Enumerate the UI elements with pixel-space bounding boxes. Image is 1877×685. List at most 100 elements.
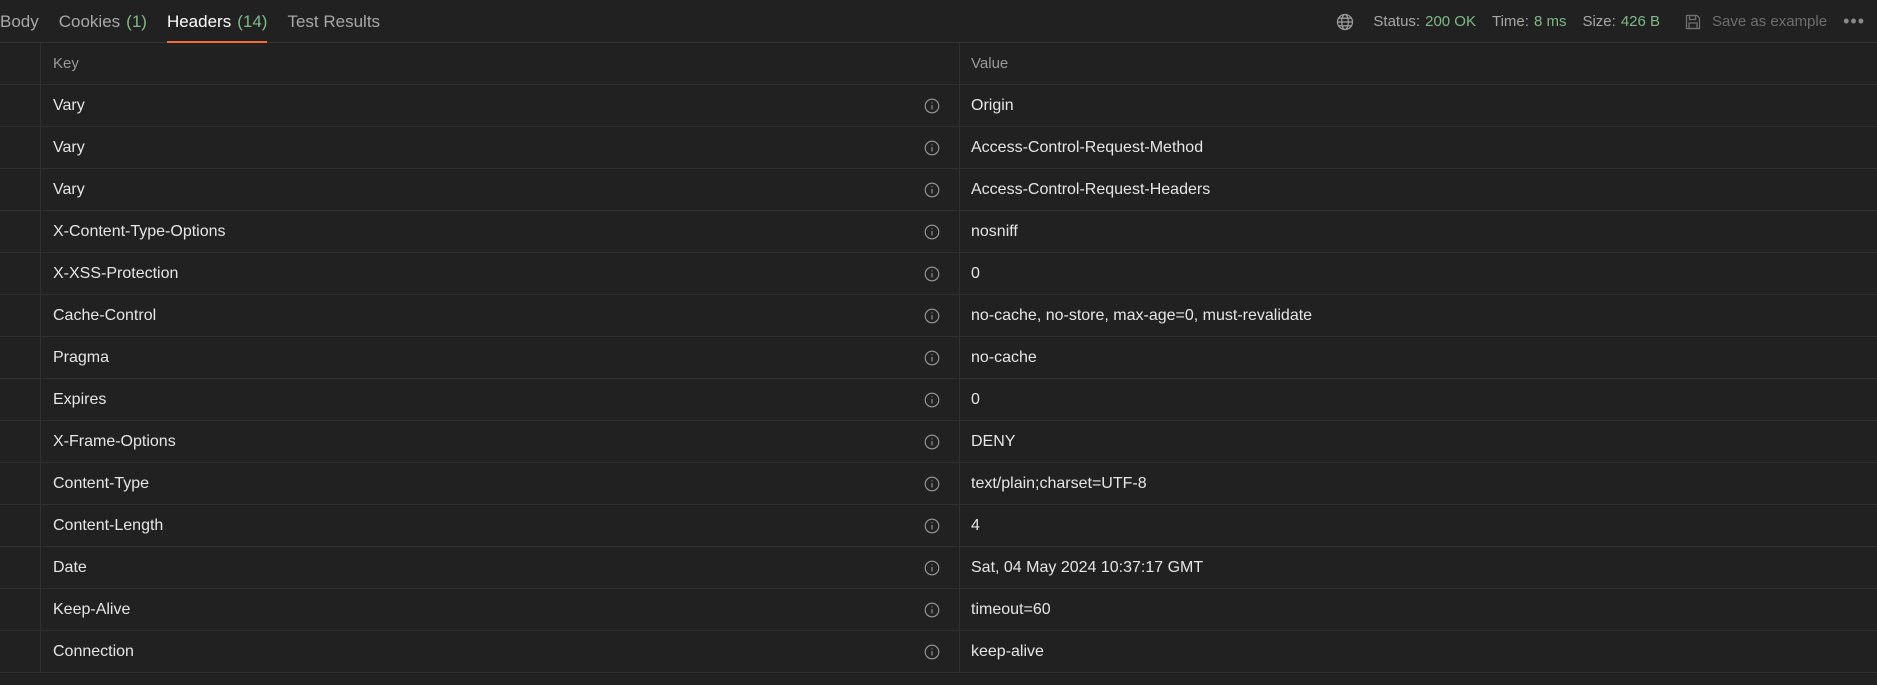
headers-table: Key Value Vary Origin Vary Access-Control-R… xyxy=(0,43,1877,673)
header-value[interactable]: no-cache xyxy=(971,337,1037,378)
header-key[interactable]: Vary xyxy=(53,85,85,126)
save-as-example-button[interactable]: Save as example xyxy=(1684,13,1827,31)
info-icon[interactable] xyxy=(924,602,940,618)
header-value[interactable]: Origin xyxy=(971,85,1014,126)
header-key[interactable]: X-Frame-Options xyxy=(53,421,176,462)
header-value[interactable]: timeout=60 xyxy=(971,589,1051,630)
more-options-icon[interactable]: ••• xyxy=(1843,11,1865,32)
header-value[interactable]: keep-alive xyxy=(971,631,1044,672)
header-value[interactable]: 4 xyxy=(971,505,980,546)
column-divider xyxy=(959,211,960,252)
tab-test-results-label: Test Results xyxy=(287,11,381,31)
column-divider xyxy=(959,43,960,84)
row-gutter xyxy=(0,379,41,420)
time-indicator[interactable]: Time: 8 ms xyxy=(1492,13,1566,30)
column-divider xyxy=(959,463,960,504)
table-row: Content-Length 4 xyxy=(0,505,1877,547)
header-key[interactable]: Vary xyxy=(53,169,85,210)
row-gutter xyxy=(0,85,41,126)
size-indicator[interactable]: Size: 426 B xyxy=(1582,13,1660,30)
table-row: Expires 0 xyxy=(0,379,1877,421)
tab-body-label: Body xyxy=(0,11,39,31)
info-icon[interactable] xyxy=(924,434,940,450)
header-key[interactable]: Cache-Control xyxy=(53,295,156,336)
header-key[interactable]: Content-Type xyxy=(53,463,149,504)
info-icon[interactable] xyxy=(924,224,940,240)
column-divider xyxy=(959,589,960,630)
table-row: Date Sat, 04 May 2024 10:37:17 GMT xyxy=(0,547,1877,589)
status-indicator[interactable]: Status: 200 OK xyxy=(1373,13,1476,30)
table-header-row: Key Value xyxy=(0,43,1877,85)
header-value[interactable]: Access-Control-Request-Method xyxy=(971,127,1203,168)
table-row: Content-Type text/plain;charset=UTF-8 xyxy=(0,463,1877,505)
info-icon[interactable] xyxy=(924,476,940,492)
header-value[interactable]: 0 xyxy=(971,253,980,294)
header-key[interactable]: X-XSS-Protection xyxy=(53,253,178,294)
header-value[interactable]: Sat, 04 May 2024 10:37:17 GMT xyxy=(971,547,1203,588)
header-key[interactable]: Expires xyxy=(53,379,106,420)
column-divider xyxy=(959,295,960,336)
info-icon[interactable] xyxy=(924,560,940,576)
header-value[interactable]: DENY xyxy=(971,421,1015,462)
header-key[interactable]: Content-Length xyxy=(53,505,163,546)
info-icon[interactable] xyxy=(924,182,940,198)
row-gutter xyxy=(0,211,41,252)
table-row: Vary Access-Control-Request-Headers xyxy=(0,169,1877,211)
save-as-example-label: Save as example xyxy=(1712,13,1828,30)
size-value: 426 B xyxy=(1620,13,1661,30)
info-icon[interactable] xyxy=(924,392,940,408)
row-gutter xyxy=(0,337,41,378)
table-row: Pragma no-cache xyxy=(0,337,1877,379)
column-divider xyxy=(959,169,960,210)
tab-cookies-count: (1) xyxy=(126,11,147,31)
header-value[interactable]: text/plain;charset=UTF-8 xyxy=(971,463,1147,504)
value-column-header: Value xyxy=(971,55,1009,72)
globe-icon[interactable] xyxy=(1335,12,1355,32)
row-gutter xyxy=(0,547,41,588)
table-row: Cache-Control no-cache, no-store, max-age… xyxy=(0,295,1877,337)
info-icon[interactable] xyxy=(924,644,940,660)
row-gutter xyxy=(0,253,41,294)
tab-headers-count: (14) xyxy=(237,11,268,31)
size-label: Size: xyxy=(1582,13,1616,30)
table-row: Vary Access-Control-Request-Method xyxy=(0,127,1877,169)
info-icon[interactable] xyxy=(924,98,940,114)
tab-test-results[interactable]: Test Results xyxy=(277,0,390,43)
tab-headers-label: Headers xyxy=(166,11,232,31)
header-key[interactable]: Connection xyxy=(53,631,134,672)
column-divider xyxy=(959,379,960,420)
info-icon[interactable] xyxy=(924,308,940,324)
info-icon[interactable] xyxy=(924,518,940,534)
table-row: X-Content-Type-Options nosniff xyxy=(0,211,1877,253)
response-status-area: Status: 200 OK Time: 8 ms Size: 426 B Save … xyxy=(1335,0,1877,43)
row-gutter xyxy=(0,127,41,168)
table-row: Keep-Alive timeout=60 xyxy=(0,589,1877,631)
table-row: X-Frame-Options DENY xyxy=(0,421,1877,463)
header-key[interactable]: Vary xyxy=(53,127,85,168)
header-value[interactable]: no-cache, no-store, max-age=0, must-reva… xyxy=(971,295,1312,336)
status-label: Status: xyxy=(1373,13,1421,30)
column-divider xyxy=(959,337,960,378)
header-value[interactable]: nosniff xyxy=(971,211,1018,252)
info-icon[interactable] xyxy=(924,266,940,282)
table-body: Vary Origin Vary Access-Control-Request-Met… xyxy=(0,85,1877,673)
tab-body[interactable]: Body xyxy=(0,0,49,43)
row-gutter xyxy=(0,295,41,336)
header-key[interactable]: Pragma xyxy=(53,337,109,378)
status-value: 200 OK xyxy=(1425,13,1476,30)
info-icon[interactable] xyxy=(924,350,940,366)
column-divider xyxy=(959,505,960,546)
header-key[interactable]: Date xyxy=(53,547,87,588)
column-divider xyxy=(959,631,960,672)
header-value[interactable]: Access-Control-Request-Headers xyxy=(971,169,1210,210)
column-divider xyxy=(959,85,960,126)
row-gutter xyxy=(0,463,41,504)
response-toolbar: Body Cookies (1) Headers (14) Test Resul… xyxy=(0,0,1877,43)
row-gutter xyxy=(0,589,41,630)
header-key[interactable]: X-Content-Type-Options xyxy=(53,211,226,252)
header-value[interactable]: 0 xyxy=(971,379,980,420)
tab-cookies[interactable]: Cookies (1) xyxy=(49,0,157,43)
header-key[interactable]: Keep-Alive xyxy=(53,589,130,630)
tab-headers[interactable]: Headers (14) xyxy=(157,0,278,43)
info-icon[interactable] xyxy=(924,140,940,156)
